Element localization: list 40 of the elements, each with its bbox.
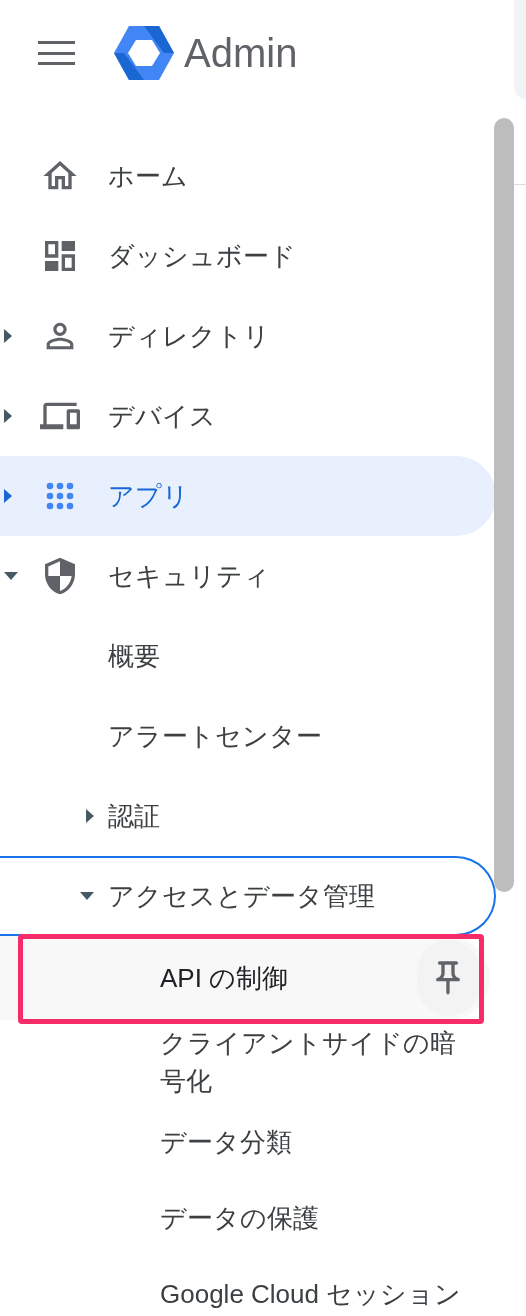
nav-item-label: ホーム [108, 159, 188, 193]
expand-arrow-icon[interactable] [4, 409, 12, 423]
nav-item-label: アラートセンター [108, 719, 322, 753]
expand-arrow-icon[interactable] [4, 572, 18, 580]
nav-item-label: アプリ [108, 479, 189, 513]
nav-item-label: デバイス [108, 399, 216, 433]
menu-icon[interactable] [38, 41, 75, 65]
nav-item-label: ディレクトリ [108, 319, 270, 353]
nav-item[interactable]: デバイス [0, 376, 496, 456]
nav-item-label: セキュリティ [108, 559, 270, 593]
expand-arrow-icon[interactable] [4, 329, 12, 343]
nav-item-label: データの保護 [160, 1202, 320, 1235]
nav-item[interactable]: ダッシュボード [0, 216, 496, 296]
nav-item[interactable]: ディレクトリ [0, 296, 496, 376]
nav-item[interactable]: データの保護 [0, 1180, 490, 1256]
nav-item-label: 概要 [108, 639, 160, 673]
nav-item[interactable]: 認証 [0, 776, 496, 856]
expand-arrow-icon[interactable] [80, 892, 94, 900]
nav-item-label: アクセスとデータ管理 [108, 879, 375, 913]
nav-item[interactable]: アクセスとデータ管理 [0, 856, 496, 936]
nav-item[interactable]: アラートセンター [0, 696, 496, 776]
scrollbar-thumb[interactable] [494, 118, 514, 892]
nav-item-label: API の制御 [160, 962, 290, 995]
app-title: Admin [184, 30, 298, 77]
pin-button[interactable] [416, 940, 480, 1016]
nav-item-label: Google Cloud セッション [160, 1278, 463, 1311]
nav-item[interactable]: クライアントサイドの暗号化 [0, 1020, 490, 1104]
nav-item-label: クライアントサイドの暗号化 [160, 1027, 457, 1098]
nav-item-label: 認証 [108, 799, 160, 833]
nav-item-label: データ分類 [160, 1126, 293, 1159]
expand-arrow-icon[interactable] [4, 489, 12, 503]
nav-item[interactable]: Google Cloud セッション [0, 1256, 490, 1316]
nav-item[interactable]: セキュリティ [0, 536, 496, 616]
logo-icon[interactable] [114, 26, 174, 80]
expand-arrow-icon[interactable] [86, 809, 94, 823]
nav-item[interactable]: 概要 [0, 616, 496, 696]
nav-item[interactable]: データ分類 [0, 1104, 490, 1180]
nav-item-label: ダッシュボード [108, 239, 296, 273]
nav-item[interactable]: アプリ [0, 456, 496, 536]
nav-item[interactable]: ホーム [0, 136, 496, 216]
